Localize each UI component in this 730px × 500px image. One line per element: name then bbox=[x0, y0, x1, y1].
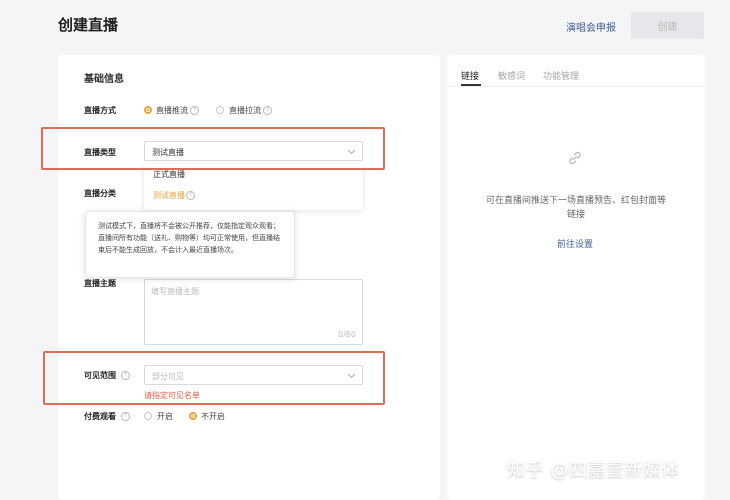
tab-links[interactable]: 链接 bbox=[461, 69, 479, 82]
help-icon[interactable]: ? bbox=[186, 191, 195, 200]
side-panel: 链接 敏感词 功能管理 可在直播间推送下一场直播预告、红包封面等链接 前往设置 bbox=[447, 55, 705, 500]
help-icon[interactable]: ? bbox=[263, 106, 272, 115]
tab-divider bbox=[447, 86, 705, 87]
live-mode-push-radio[interactable] bbox=[144, 106, 152, 114]
create-button[interactable]: 创建 bbox=[631, 12, 704, 39]
topic-label: 直播主题 bbox=[84, 279, 116, 288]
live-type-dropdown: 正式直播 测试直播 ? bbox=[144, 164, 363, 210]
paid-off-label[interactable]: 不开启 bbox=[201, 411, 225, 422]
dropdown-option-formal[interactable]: 正式直播 bbox=[153, 169, 185, 180]
empty-state-text: 可在直播间推送下一场直播预告、红包封面等链接 bbox=[485, 196, 666, 220]
paid-on-radio[interactable] bbox=[144, 412, 152, 420]
paid-off-radio[interactable] bbox=[189, 412, 197, 420]
dropdown-option-test[interactable]: 测试直播 bbox=[153, 190, 185, 201]
goto-settings-link[interactable]: 前往设置 bbox=[557, 237, 593, 250]
section-title: 基础信息 bbox=[84, 74, 124, 85]
live-mode-pull-radio[interactable] bbox=[216, 106, 224, 114]
live-mode-push-label[interactable]: 直播推流 bbox=[156, 105, 188, 116]
test-mode-tooltip: 测试模式下，直播将不会被公开推荐，仅能指定观众观看；直播间所有功能（送礼、购物等… bbox=[85, 211, 295, 278]
tab-sensitive-words[interactable]: 敏感词 bbox=[498, 69, 525, 82]
topic-counter: 0/60 bbox=[338, 330, 356, 339]
basic-info-card: 基础信息 直播方式 直播推流 ? 直播拉流 ? 直播类型 测试直播 直播分类 直… bbox=[41, 55, 440, 500]
topic-textarea[interactable]: 填写直播主题 0/60 bbox=[144, 279, 363, 345]
paid-label: 付费观看 bbox=[84, 412, 116, 421]
live-mode-label: 直播方式 bbox=[84, 106, 116, 115]
help-icon[interactable]: ? bbox=[121, 412, 130, 421]
tab-feature-management[interactable]: 功能管理 bbox=[543, 69, 579, 82]
live-mode-pull-label[interactable]: 直播拉流 bbox=[229, 105, 261, 116]
concert-apply-link[interactable]: 演唱会申报 bbox=[566, 19, 616, 34]
help-icon[interactable]: ? bbox=[190, 106, 199, 115]
live-type-highlight-box bbox=[41, 127, 385, 170]
visibility-highlight-box bbox=[43, 351, 385, 405]
link-icon bbox=[569, 151, 581, 165]
paid-on-label[interactable]: 开启 bbox=[157, 411, 173, 422]
watermark: 知乎 @四嘉壹新媒体 bbox=[507, 460, 680, 481]
page-title: 创建直播 bbox=[58, 16, 119, 34]
category-label: 直播分类 bbox=[84, 189, 116, 198]
topic-placeholder: 填写直播主题 bbox=[151, 287, 199, 296]
